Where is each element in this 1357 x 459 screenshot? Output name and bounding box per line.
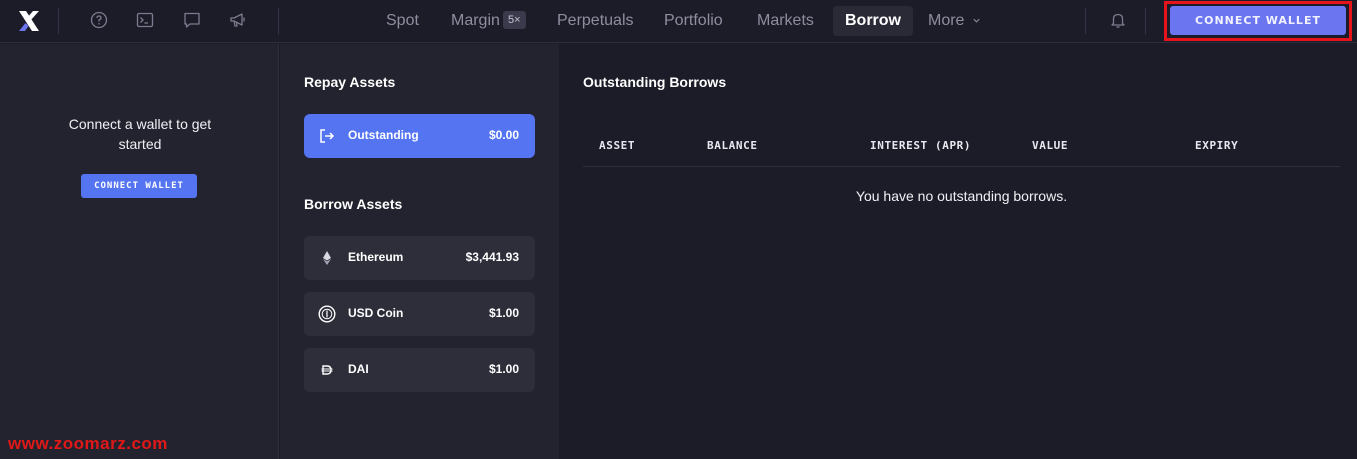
usdc-icon — [318, 305, 336, 323]
empty-state-message: You have no outstanding borrows. — [855, 188, 1068, 204]
column-header-expiry[interactable]: EXPIRY — [1195, 139, 1238, 152]
column-header-value[interactable]: VALUE — [1032, 139, 1068, 152]
dai-icon — [318, 361, 336, 379]
connect-wallet-button[interactable]: CONNECT WALLET — [1170, 6, 1346, 35]
nav-more-label: More — [928, 12, 965, 29]
exit-icon — [318, 127, 336, 145]
nav-spot[interactable]: Spot — [386, 6, 419, 36]
terminal-icon[interactable] — [136, 11, 154, 29]
assets-panel: Repay Assets Outstanding $0.00 Borrow As… — [280, 44, 559, 459]
outstanding-borrows-title: Outstanding Borrows — [583, 74, 727, 90]
asset-price: $3,441.93 — [465, 250, 519, 264]
asset-name: Ethereum — [348, 250, 404, 264]
connect-wallet-message: Connect a wallet to get started — [68, 116, 212, 152]
outstanding-item[interactable]: Outstanding $0.00 — [304, 114, 535, 158]
column-header-asset[interactable]: ASSET — [599, 139, 635, 152]
wallet-panel: Connect a wallet to get started CONNECT … — [0, 44, 279, 459]
help-icon[interactable] — [90, 11, 108, 29]
nav-more[interactable]: More — [928, 6, 981, 36]
borrow-item-ethereum[interactable]: Ethereum $3,441.93 — [304, 236, 535, 280]
outstanding-borrows-panel: Outstanding Borrows ASSET BALANCE INTERE… — [559, 44, 1357, 459]
chevron-down-icon — [973, 19, 980, 23]
borrow-item-dai[interactable]: DAI $1.00 — [304, 348, 535, 392]
asset-name: USD Coin — [348, 306, 404, 320]
column-header-balance[interactable]: BALANCE — [707, 139, 758, 152]
bell-icon[interactable] — [1109, 11, 1127, 29]
divider — [1145, 8, 1146, 34]
table-header-divider — [583, 166, 1340, 167]
top-nav-bar: Spot Margin 5× Perpetuals Portfolio Mark… — [0, 0, 1357, 43]
connect-wallet-button-secondary[interactable]: CONNECT WALLET — [81, 174, 197, 198]
watermark: www.zoomarz.com — [8, 434, 168, 453]
borrow-item-usdc[interactable]: USD Coin $1.00 — [304, 292, 535, 336]
megaphone-icon[interactable] — [229, 11, 247, 29]
divider — [58, 8, 59, 34]
nav-borrow[interactable]: Borrow — [833, 6, 913, 36]
nav-markets[interactable]: Markets — [757, 6, 814, 36]
asset-price: $1.00 — [488, 362, 519, 376]
nav-portfolio[interactable]: Portfolio — [664, 6, 723, 36]
dydx-logo[interactable] — [16, 8, 42, 34]
asset-name: DAI — [348, 362, 369, 376]
nav-margin[interactable]: Margin — [451, 6, 500, 36]
repay-assets-title: Repay Assets — [304, 74, 396, 90]
ethereum-icon — [318, 249, 336, 267]
outstanding-value: $0.00 — [488, 128, 519, 142]
margin-leverage-badge: 5× — [503, 11, 526, 29]
outstanding-label: Outstanding — [348, 128, 419, 142]
borrow-assets-title: Borrow Assets — [304, 196, 403, 212]
column-header-interest[interactable]: INTEREST (APR) — [870, 139, 971, 152]
nav-perpetuals[interactable]: Perpetuals — [557, 6, 634, 36]
chat-icon[interactable] — [183, 11, 201, 29]
divider — [1085, 8, 1086, 34]
asset-price: $1.00 — [488, 306, 519, 320]
divider — [278, 8, 279, 34]
